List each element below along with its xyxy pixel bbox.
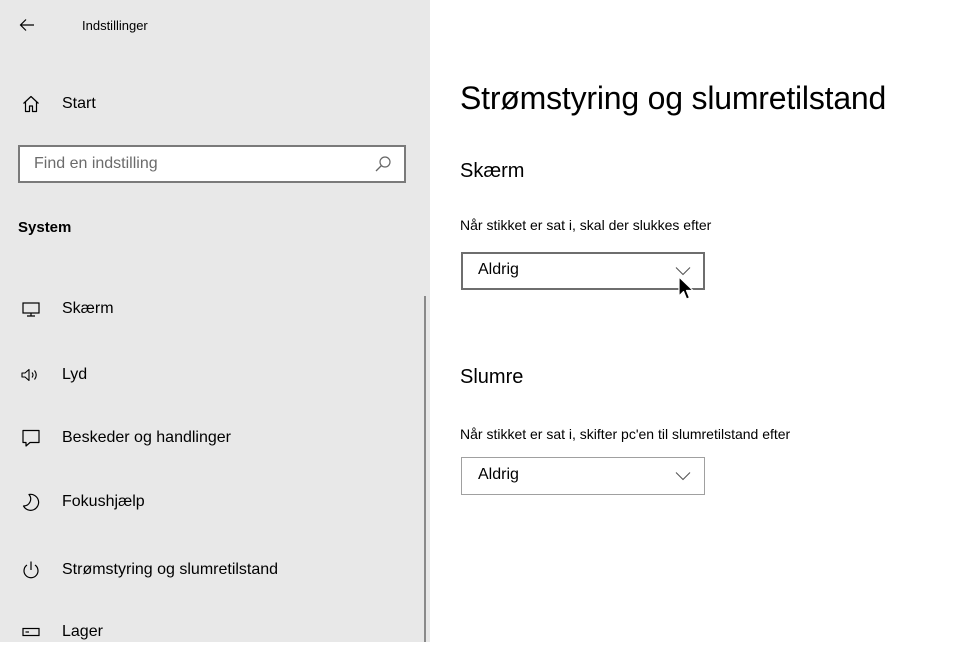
sidebar-item-label: Fokushjælp — [62, 493, 145, 510]
message-icon — [20, 427, 42, 449]
sidebar-item-label: Start — [62, 95, 96, 112]
chevron-down-icon — [675, 267, 691, 276]
sleep-timeout-label: Når stikket er sat i, skifter pc'en til … — [460, 426, 791, 442]
sidebar-item-label: Lager — [62, 623, 103, 640]
search-input[interactable] — [34, 147, 364, 181]
section-heading: System — [18, 219, 72, 236]
sidebar-item-power-sleep[interactable]: Strømstyring og slumretilstand — [0, 550, 420, 590]
sleep-heading: Slumre — [460, 366, 524, 388]
sidebar-item-storage[interactable]: Lager — [0, 612, 420, 652]
sidebar: Indstillinger Start System Skærm — [0, 0, 430, 642]
window-title: Indstillinger — [82, 18, 148, 33]
sidebar-item-label: Beskeder og handlinger — [62, 429, 232, 446]
monitor-icon — [20, 298, 42, 320]
sleep-timeout-dropdown[interactable]: Aldrig — [461, 457, 705, 495]
speaker-icon — [20, 364, 42, 386]
sidebar-item-label: Strømstyring og slumretilstand — [62, 561, 279, 578]
power-icon — [20, 559, 42, 581]
sidebar-item-label: Skærm — [62, 300, 114, 317]
search-box[interactable] — [18, 145, 406, 183]
sidebar-item-notifications[interactable]: Beskeder og handlinger — [0, 418, 420, 458]
moon-icon — [20, 491, 42, 513]
screen-heading: Skærm — [460, 160, 525, 182]
sidebar-item-focus-assist[interactable]: Fokushjælp — [0, 482, 420, 522]
back-arrow-icon — [19, 19, 34, 31]
dropdown-value: Aldrig — [478, 466, 519, 483]
main-content: Strømstyring og slumretilstand Skærm Når… — [430, 0, 955, 642]
dropdown-value: Aldrig — [478, 261, 519, 278]
search-icon — [375, 156, 391, 172]
sidebar-item-label: Lyd — [62, 366, 88, 383]
page-title: Strømstyring og slumretilstand — [460, 80, 887, 116]
title-bar: Indstillinger — [0, 0, 430, 48]
screen-timeout-label: Når stikket er sat i, skal der slukkes e… — [460, 217, 712, 233]
screen-timeout-dropdown[interactable]: Aldrig — [461, 252, 705, 290]
sidebar-item-home[interactable]: Start — [0, 84, 420, 124]
home-icon — [20, 93, 42, 115]
sidebar-scrollbar[interactable] — [424, 296, 426, 642]
sidebar-item-display[interactable]: Skærm — [0, 289, 420, 329]
storage-icon — [20, 621, 42, 643]
sidebar-item-sound[interactable]: Lyd — [0, 355, 420, 395]
back-button[interactable] — [14, 12, 40, 38]
chevron-down-icon — [675, 472, 691, 481]
